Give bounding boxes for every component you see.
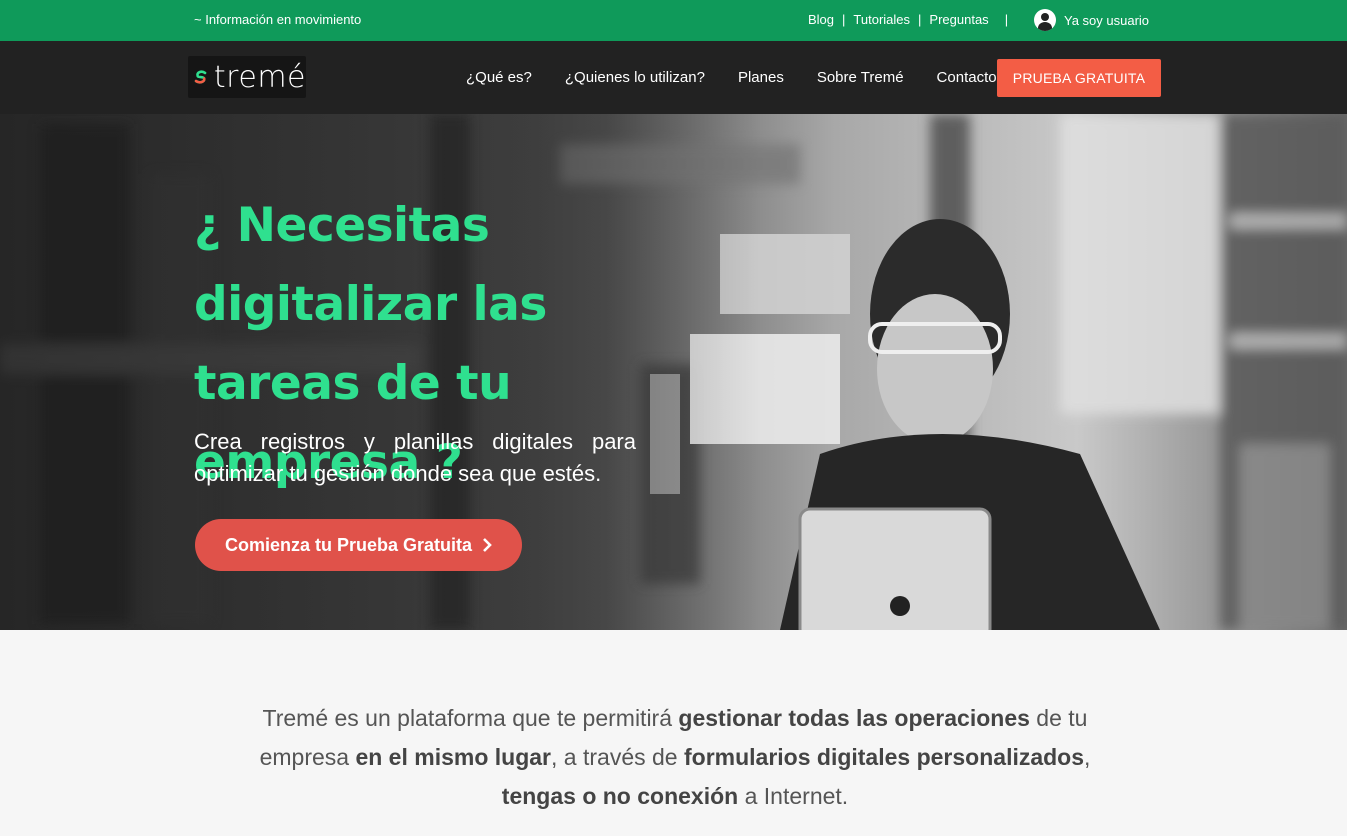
- intro-bold: en el mismo lugar: [355, 744, 552, 770]
- user-icon: [1034, 9, 1056, 31]
- main-nav: tremé ¿Qué es? ¿Quienes lo utilizan? Pla…: [0, 41, 1347, 114]
- start-trial-label: Comienza tu Prueba Gratuita: [224, 534, 473, 555]
- separator: |: [918, 12, 922, 27]
- logo[interactable]: tremé: [188, 56, 306, 98]
- free-trial-button[interactable]: PRUEBA GRATUITA: [997, 59, 1161, 97]
- logo-text: tremé: [213, 59, 306, 95]
- nav-contacto[interactable]: Contacto: [937, 69, 997, 86]
- intro-bold: gestionar todas las operaciones: [678, 705, 1030, 731]
- intro-bold: tengas o no conexión: [501, 783, 739, 809]
- intro-part: ,: [1084, 744, 1091, 770]
- chevron-right-icon: [483, 538, 492, 552]
- top-links: Blog | Tutoriales | Preguntas |: [808, 12, 1016, 27]
- hero-subtitle: Crea registros y planillas digitales par…: [194, 429, 636, 486]
- logo-mark-icon: [194, 70, 207, 84]
- intro-part: Tremé es un plataforma que te permitirá: [262, 705, 679, 731]
- hero: ¿ Necesitas digitalizar las tareas de tu…: [0, 114, 1347, 630]
- separator: |: [842, 12, 846, 27]
- nav-quienes[interactable]: ¿Quienes lo utilizan?: [565, 69, 705, 86]
- preguntas-link[interactable]: Preguntas: [929, 12, 988, 27]
- top-bar: ~ Información en movimiento Blog | Tutor…: [0, 0, 1347, 41]
- intro-part: a Internet.: [738, 783, 849, 809]
- nav-planes[interactable]: Planes: [738, 69, 784, 86]
- login-label: Ya soy usuario: [1064, 12, 1150, 28]
- login-link[interactable]: Ya soy usuario: [1034, 9, 1149, 31]
- nav-menu: ¿Qué es? ¿Quienes lo utilizan? Planes So…: [466, 41, 1030, 114]
- tutoriales-link[interactable]: Tutoriales: [853, 12, 910, 27]
- tagline: ~ Información en movimiento: [194, 12, 362, 27]
- separator: |: [1004, 12, 1009, 27]
- nav-que-es[interactable]: ¿Qué es?: [466, 69, 532, 86]
- intro-bold: formularios digitales personalizados: [683, 744, 1085, 770]
- nav-sobre[interactable]: Sobre Tremé: [817, 69, 904, 86]
- intro-text: Tremé es un plataforma que te permitirá …: [250, 699, 1100, 816]
- start-trial-button[interactable]: Comienza tu Prueba Gratuita: [195, 519, 522, 571]
- blog-link[interactable]: Blog: [808, 12, 834, 27]
- intro-part: , a través de: [551, 744, 684, 770]
